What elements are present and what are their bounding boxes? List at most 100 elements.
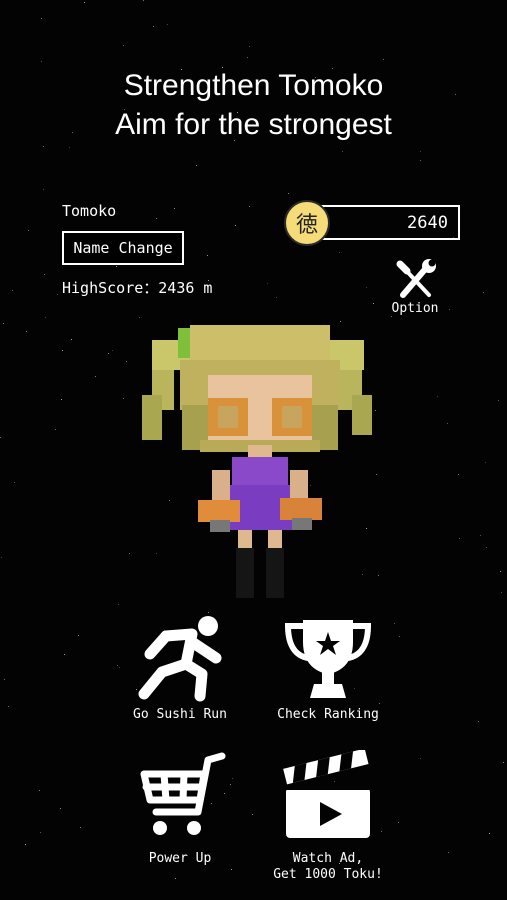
- star: [84, 2, 85, 3]
- option-label: Option: [391, 301, 439, 316]
- star: [39, 790, 40, 791]
- star: [247, 57, 248, 58]
- star: [123, 45, 124, 46]
- star: [40, 832, 41, 833]
- star: [71, 339, 72, 340]
- title-line-1: Strengthen Tomoko: [123, 69, 384, 102]
- star: [500, 571, 501, 572]
- star: [480, 535, 481, 536]
- trophy-icon: [284, 620, 372, 698]
- star: [44, 274, 45, 275]
- star: [249, 46, 250, 47]
- star: [60, 808, 61, 809]
- star: [1, 557, 2, 558]
- star: [458, 474, 459, 475]
- highscore-text: HighScore：2436 m: [62, 279, 213, 297]
- star: [485, 462, 486, 463]
- game-screen: Strengthen Tomoko Aim for the strongest …: [0, 0, 507, 900]
- star: [43, 146, 44, 147]
- star: [126, 361, 127, 362]
- go-sushi-run-button[interactable]: Go Sushi Run: [105, 612, 255, 732]
- star: [45, 317, 46, 318]
- player-name: Tomoko: [62, 202, 117, 220]
- star: [501, 592, 502, 593]
- star: [139, 317, 140, 318]
- power-up-button[interactable]: Power Up: [105, 750, 255, 870]
- star: [489, 833, 490, 834]
- star: [235, 225, 236, 226]
- go-sushi-run-label: Go Sushi Run: [133, 707, 227, 722]
- watch-ad-button[interactable]: Watch Ad, Get 1000 Toku!: [253, 750, 403, 882]
- star: [28, 230, 29, 231]
- star: [55, 429, 56, 430]
- star: [64, 654, 65, 655]
- star: [61, 399, 62, 400]
- star: [342, 151, 343, 152]
- star: [459, 538, 460, 539]
- star: [196, 165, 197, 166]
- star: [25, 844, 26, 845]
- wrench-screwdriver-icon: [396, 259, 436, 298]
- clapperboard-icon: [283, 750, 370, 838]
- star: [156, 218, 157, 219]
- star: [174, 208, 175, 209]
- star: [449, 309, 450, 310]
- watch-ad-label-line-1: Watch Ad,: [292, 851, 364, 866]
- star: [447, 423, 448, 424]
- star: [108, 353, 109, 354]
- shopping-cart-icon: [140, 752, 226, 835]
- toku-coin-icon: 徳: [284, 200, 330, 246]
- star: [486, 547, 487, 548]
- option-button[interactable]: Option: [387, 259, 443, 321]
- star: [420, 758, 421, 759]
- star: [118, 604, 119, 605]
- star: [95, 376, 96, 377]
- star: [41, 18, 42, 19]
- star: [448, 852, 449, 853]
- star: [116, 266, 117, 267]
- title-line-2: Aim for the strongest: [115, 108, 392, 141]
- page-title: Strengthen Tomoko Aim for the strongest: [0, 66, 507, 144]
- star: [8, 706, 9, 707]
- running-person-icon: [138, 616, 222, 702]
- star: [57, 294, 58, 295]
- name-change-button[interactable]: Name Change: [62, 231, 184, 265]
- star: [123, 398, 124, 399]
- star: [14, 482, 15, 483]
- star: [62, 350, 63, 351]
- watch-ad-label-line-2: Get 1000 Toku!: [273, 867, 383, 882]
- star: [80, 827, 81, 828]
- check-ranking-label: Check Ranking: [277, 707, 379, 722]
- star: [383, 59, 384, 60]
- star: [478, 721, 479, 722]
- star: [420, 151, 421, 152]
- check-ranking-button[interactable]: Check Ranking: [253, 612, 403, 732]
- star: [153, 26, 154, 27]
- star: [0, 437, 1, 438]
- star: [276, 297, 277, 298]
- star: [43, 189, 44, 190]
- star: [339, 252, 340, 253]
- star: [26, 331, 27, 332]
- star: [129, 553, 130, 554]
- star: [373, 303, 374, 304]
- star: [112, 350, 113, 351]
- star: [175, 878, 176, 879]
- star: [78, 635, 79, 636]
- star: [288, 193, 289, 194]
- star: [41, 61, 42, 62]
- star: [366, 287, 367, 288]
- star: [143, 0, 144, 1]
- star: [503, 762, 504, 763]
- star: [69, 147, 70, 148]
- star: [249, 206, 250, 207]
- star: [167, 24, 168, 25]
- star: [267, 283, 268, 284]
- star: [420, 160, 421, 161]
- star: [498, 400, 499, 401]
- star: [207, 255, 208, 256]
- star: [3, 323, 4, 324]
- watch-ad-label: Watch Ad, Get 1000 Toku!: [253, 851, 403, 883]
- star: [12, 290, 13, 291]
- tomoko-character: [142, 325, 372, 598]
